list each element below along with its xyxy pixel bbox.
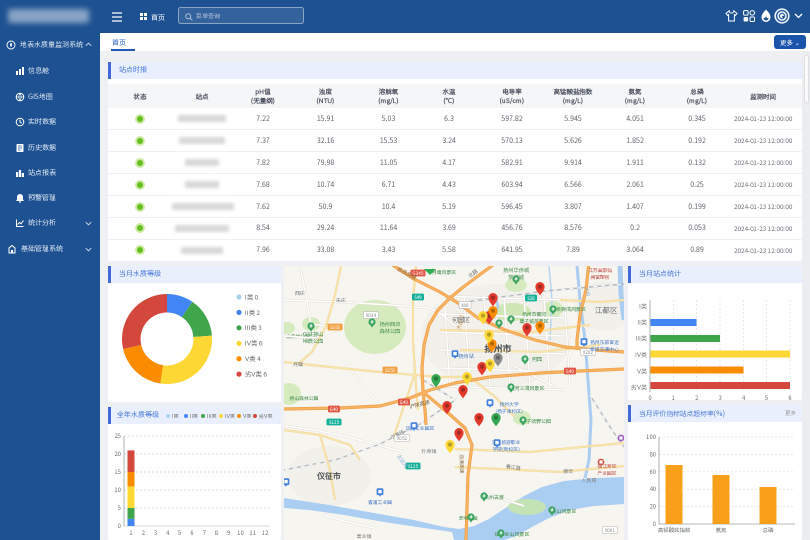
svg-text:扬溧高速: 扬溧高速 (458, 454, 466, 475)
svg-text:5: 5 (177, 528, 181, 537)
svg-text:S353: S353 (330, 325, 340, 331)
svg-text:S353: S353 (385, 368, 395, 374)
svg-text:扬州市蜀冈: 扬州市蜀冈 (522, 311, 546, 318)
svg-text:何园区: 何园区 (452, 315, 470, 324)
svg-text:江都区: 江都区 (595, 305, 618, 316)
svg-text:IV类 6: IV类 6 (245, 339, 262, 348)
svg-text:10: 10 (114, 485, 121, 494)
svg-text:人民路: 人民路 (581, 477, 596, 484)
svg-text:20: 20 (114, 449, 121, 458)
svg-text:氨氮: 氨氮 (716, 526, 727, 534)
svg-text:S28: S28 (527, 296, 535, 302)
svg-text:高锰酸盐指数: 高锰酸盐指数 (658, 526, 691, 534)
svg-text:3: 3 (718, 393, 721, 400)
svg-text:11: 11 (249, 528, 256, 537)
svg-text:仪征捺山: 仪征捺山 (303, 331, 324, 338)
svg-text:II类: II类 (637, 318, 647, 327)
svg-text:劣V类: 劣V类 (630, 383, 647, 392)
svg-text:茱萸湾风景区: 茱萸湾风景区 (556, 306, 586, 313)
svg-text:朴席镇: 朴席镇 (421, 448, 437, 455)
svg-text:朱庄: 朱庄 (336, 297, 346, 304)
svg-text:S125: S125 (329, 420, 340, 426)
svg-text:0: 0 (648, 393, 651, 400)
svg-text:S49: S49 (414, 295, 422, 301)
svg-text:I类 0: I类 0 (245, 292, 258, 301)
svg-text:G40: G40 (566, 369, 575, 375)
svg-text:80: 80 (649, 449, 656, 458)
svg-text:0: 0 (653, 519, 656, 528)
svg-text:江苏省邵仙: 江苏省邵仙 (588, 267, 612, 274)
svg-text:3: 3 (154, 528, 157, 537)
svg-text:6: 6 (190, 528, 193, 537)
svg-text:地质公园: 地质公园 (303, 338, 324, 345)
svg-text:II类 2: II类 2 (245, 308, 260, 317)
svg-text:6: 6 (788, 393, 791, 400)
svg-text:总磷: 总磷 (763, 526, 774, 534)
svg-text:X034: X034 (366, 313, 378, 319)
svg-text:G40: G40 (330, 407, 339, 413)
svg-text:10: 10 (237, 528, 244, 537)
svg-text:G40: G40 (400, 400, 409, 406)
svg-text:横安: 横安 (563, 468, 573, 475)
svg-text:枢纽交通中心: 枢纽交通中心 (590, 346, 619, 353)
svg-text:40: 40 (649, 484, 656, 493)
svg-text:(扬子津校区): (扬子津校区) (495, 408, 522, 415)
svg-text:闸管理所: 闸管理所 (590, 274, 609, 281)
svg-text:扬州站: 扬州站 (458, 353, 474, 360)
svg-text:I类: I类 (172, 413, 178, 420)
svg-text:V类: V类 (243, 413, 251, 420)
svg-text:扬州东部客运: 扬州东部客运 (590, 339, 620, 346)
svg-text:月塘: 月塘 (292, 361, 303, 368)
svg-text:II类: II类 (190, 413, 198, 420)
svg-text:运河三湾风景区: 运河三湾风景区 (509, 385, 544, 392)
svg-text:0: 0 (118, 521, 121, 530)
svg-text:西庄: 西庄 (295, 290, 305, 297)
svg-text:1: 1 (129, 528, 132, 537)
svg-text:IV类: IV类 (635, 350, 647, 359)
svg-text:I类: I类 (639, 302, 647, 311)
svg-text:华腾工业园区: 华腾工业园区 (406, 425, 435, 432)
svg-text:60: 60 (649, 467, 656, 476)
svg-text:产业园区: 产业园区 (596, 470, 616, 477)
svg-text:8: 8 (215, 528, 219, 537)
svg-text:捺山森林公园: 捺山森林公园 (289, 395, 319, 402)
svg-text:100: 100 (646, 432, 656, 441)
svg-text:学院(新校区): 学院(新校区) (492, 446, 519, 453)
svg-text:1: 1 (672, 393, 675, 400)
svg-text:X001: X001 (605, 528, 616, 534)
svg-text:扬州华侨城: 扬州华侨城 (503, 267, 530, 274)
svg-text:25: 25 (114, 431, 121, 440)
svg-text:扬州大学: 扬州大学 (499, 401, 518, 408)
svg-text:V类: V类 (637, 367, 647, 376)
svg-text:9: 9 (227, 528, 230, 537)
svg-text:扬州西郊: 扬州西郊 (380, 321, 402, 328)
svg-text:V类 4: V类 4 (245, 354, 261, 363)
svg-text:5: 5 (117, 503, 121, 512)
svg-text:何园: 何园 (532, 356, 542, 363)
svg-text:2: 2 (142, 528, 145, 537)
svg-text:4: 4 (742, 393, 746, 400)
svg-text:营业镇: 营业镇 (356, 533, 372, 540)
svg-text:III类 3: III类 3 (245, 323, 262, 332)
svg-text:III类: III类 (207, 413, 216, 420)
svg-text:7: 7 (202, 528, 206, 537)
svg-text:2: 2 (695, 393, 698, 400)
svg-text:4: 4 (166, 528, 170, 537)
svg-text:IV类: IV类 (225, 413, 235, 420)
svg-text:15: 15 (114, 467, 121, 476)
svg-text:X08: X08 (461, 303, 469, 309)
svg-text:胥浦工业园: 胥浦工业园 (368, 499, 392, 506)
svg-text:12: 12 (262, 528, 269, 537)
svg-text:20: 20 (649, 502, 656, 511)
svg-text:劣V类 6: 劣V类 6 (245, 370, 267, 379)
svg-text:III类: III类 (636, 334, 647, 343)
svg-text:劣V类: 劣V类 (259, 413, 272, 420)
svg-text:森林公园: 森林公园 (380, 328, 401, 335)
svg-text:仪征市: 仪征市 (316, 471, 341, 482)
svg-text:5: 5 (764, 393, 768, 400)
